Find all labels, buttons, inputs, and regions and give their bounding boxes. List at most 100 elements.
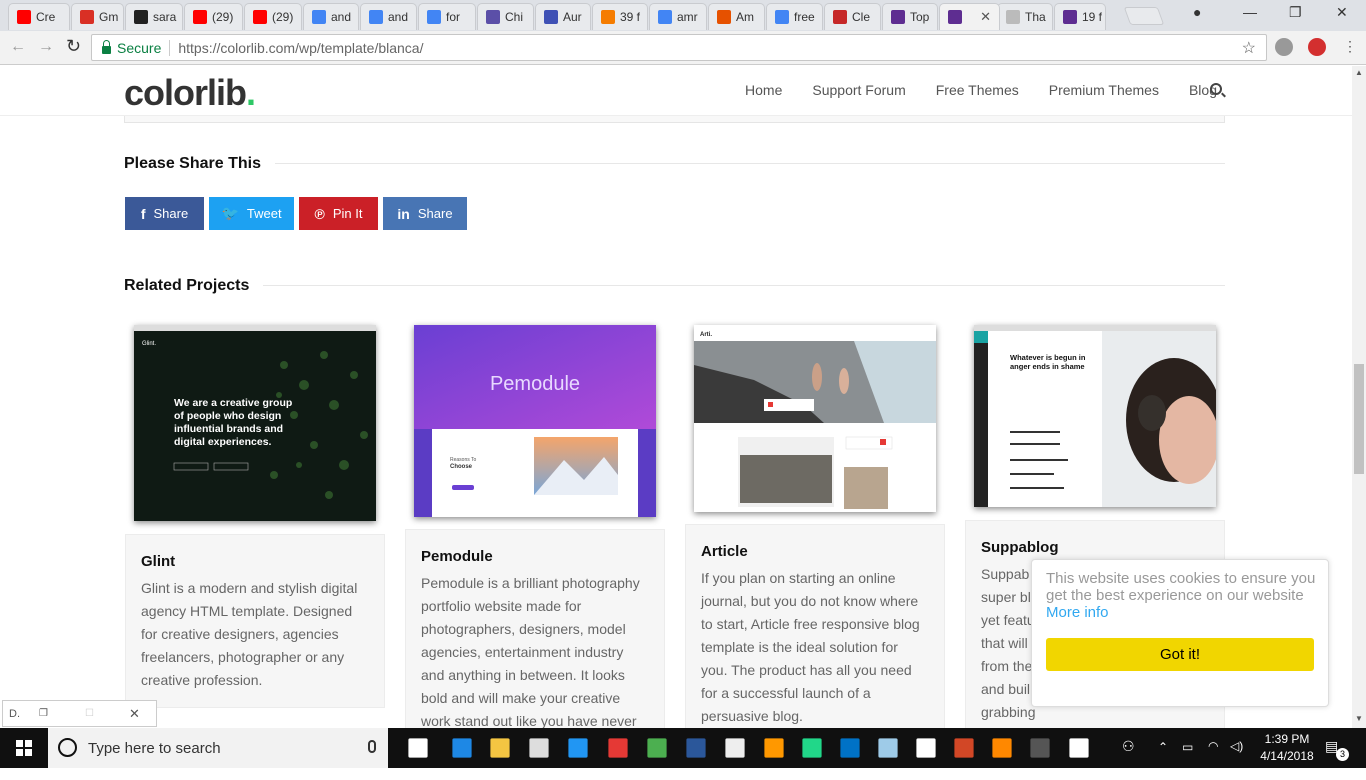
cookie-accept-button[interactable]: Got it! xyxy=(1046,638,1314,671)
scroll-down-icon[interactable]: ▼ xyxy=(1355,714,1363,723)
maximize-icon[interactable]: ☐ xyxy=(85,708,94,719)
project-card-pemodule[interactable]: Pemodule Pemodule is a brilliant photogr… xyxy=(405,529,665,728)
sublime-text-icon[interactable] xyxy=(764,738,784,758)
browser-tab-14[interactable]: Cle xyxy=(824,3,881,30)
browser-tab-2[interactable]: sara xyxy=(125,3,183,30)
close-icon[interactable]: ✕ xyxy=(129,706,140,722)
browser-tab-18[interactable]: 19 f xyxy=(1054,3,1106,30)
browser-tab-15[interactable]: Top xyxy=(882,3,938,30)
browser-tab-10[interactable]: 39 f xyxy=(592,3,648,30)
browser-tab-11[interactable]: amr xyxy=(649,3,707,30)
floating-minimized-window[interactable]: D. ❐ ☐ ✕ xyxy=(2,700,157,727)
taskbar-search-box[interactable]: Type here to search xyxy=(48,728,388,768)
browser-tab-12[interactable]: Am xyxy=(708,3,765,30)
project-desc-pemodule: Pemodule is a brilliant photography port… xyxy=(421,575,640,728)
mail-icon[interactable] xyxy=(529,738,549,758)
browser-tab-17[interactable]: Tha xyxy=(997,3,1053,30)
taskbar-clock[interactable]: 1:39 PM 4/14/2018 xyxy=(1257,731,1317,765)
pycharm-icon[interactable] xyxy=(802,738,822,758)
browser-tab-5[interactable]: and xyxy=(303,3,359,30)
close-tab-icon[interactable]: ✕ xyxy=(980,9,991,25)
tab-label: sara xyxy=(153,10,177,24)
google-icon xyxy=(775,10,789,24)
pemodule-screenshot[interactable]: Reasons To Choose Pemodule xyxy=(414,325,656,517)
glint-screenshot[interactable]: Glint. We are a creative group of people… xyxy=(134,325,376,521)
browser-tab-8[interactable]: Chi xyxy=(477,3,534,30)
project-card-glint[interactable]: Glint Glint is a modern and stylish digi… xyxy=(125,534,385,708)
cookie-consent-banner: This website uses cookies to ensure you … xyxy=(1031,559,1329,707)
suppablog-screenshot[interactable]: Whatever is begun in anger ends in shame xyxy=(974,325,1216,507)
colorlib-logo[interactable]: colorlib. xyxy=(124,72,256,114)
address-bar[interactable]: Secure https://colorlib.com/wp/template/… xyxy=(91,34,1267,61)
secure-indicator[interactable]: Secure xyxy=(102,39,161,56)
twitter-tweet-button[interactable]: 🐦 Tweet xyxy=(209,197,294,230)
article-screenshot[interactable]: Arti. xyxy=(694,325,936,512)
project-title-glint[interactable]: Glint xyxy=(141,553,175,570)
app-crystal-icon[interactable] xyxy=(878,738,898,758)
outlook-icon[interactable] xyxy=(840,738,860,758)
project-title-article[interactable]: Article xyxy=(701,543,748,560)
page-scrollbar[interactable]: ▲ ▼ xyxy=(1352,66,1366,728)
windows-start-icon[interactable] xyxy=(16,740,32,756)
word-icon[interactable] xyxy=(686,738,706,758)
photos-icon[interactable] xyxy=(916,738,936,758)
url-text[interactable]: https://colorlib.com/wp/template/blanca/ xyxy=(178,40,423,56)
new-tab-button[interactable] xyxy=(1123,7,1165,25)
browser-tab-9[interactable]: Aur xyxy=(535,3,591,30)
nav-link-free-themes[interactable]: Free Themes xyxy=(936,82,1019,98)
chrome-icon[interactable] xyxy=(647,738,667,758)
scroll-up-icon[interactable]: ▲ xyxy=(1355,68,1363,77)
extension-icon[interactable] xyxy=(1275,38,1293,56)
browser-tab-13[interactable]: free xyxy=(766,3,823,30)
nav-link-premium-themes[interactable]: Premium Themes xyxy=(1049,82,1159,98)
cookie-more-info-link[interactable]: More info xyxy=(1046,604,1109,621)
nav-link-support-forum[interactable]: Support Forum xyxy=(812,82,905,98)
project-card-article[interactable]: Article If you plan on starting an onlin… xyxy=(685,524,945,728)
microphone-icon[interactable] xyxy=(368,740,376,753)
close-window-button[interactable]: ✕ xyxy=(1336,4,1348,21)
opera-icon[interactable] xyxy=(608,738,628,758)
browser-tab-4[interactable]: (29) xyxy=(244,3,302,30)
facebook-share-button[interactable]: f Share xyxy=(125,197,204,230)
back-button[interactable]: ← xyxy=(10,38,26,56)
reload-button[interactable]: ↻ xyxy=(66,36,81,57)
app-wing-icon[interactable] xyxy=(568,738,588,758)
show-hidden-icons-chevron-icon[interactable]: ⌃ xyxy=(1158,740,1168,780)
browser-tab-3[interactable]: (29) xyxy=(184,3,243,30)
volume-icon[interactable]: ◁) xyxy=(1230,739,1243,779)
wifi-icon[interactable]: ◠ xyxy=(1208,739,1218,779)
scrollbar-thumb[interactable] xyxy=(1354,364,1364,474)
clapper-icon[interactable] xyxy=(1069,738,1089,758)
project-title-suppablog[interactable]: Suppablog xyxy=(981,539,1059,556)
pinterest-pin-button[interactable]: ℗ Pin It xyxy=(299,197,378,230)
paint-icon[interactable] xyxy=(725,738,745,758)
browser-tab-16[interactable]: ✕ xyxy=(939,3,1000,30)
battery-icon[interactable]: ▭ xyxy=(1182,740,1193,780)
edge-browser-icon[interactable] xyxy=(452,738,472,758)
search-icon[interactable] xyxy=(1210,83,1222,95)
linkedin-share-button[interactable]: in Share xyxy=(383,197,467,230)
profile-icon[interactable]: ● xyxy=(1193,4,1201,20)
people-icon[interactable]: ⚇ xyxy=(1122,738,1135,778)
bookmark-star-icon[interactable]: ☆ xyxy=(1242,38,1256,58)
chrome-menu-icon[interactable]: ⋮ xyxy=(1343,38,1357,55)
task-view-icon[interactable] xyxy=(408,738,428,758)
restore-icon[interactable]: ❐ xyxy=(39,708,48,719)
powerpoint-icon[interactable] xyxy=(954,738,974,758)
minimize-button[interactable]: — xyxy=(1243,4,1257,20)
browser-tab-1[interactable]: Gm xyxy=(71,3,124,30)
project-title-pemodule[interactable]: Pemodule xyxy=(421,548,493,565)
s-letter-icon xyxy=(544,10,558,24)
cortana-icon[interactable] xyxy=(58,738,77,757)
forward-button[interactable]: → xyxy=(38,38,54,56)
browser-tab-6[interactable]: and xyxy=(360,3,417,30)
file-explorer-icon[interactable] xyxy=(490,738,510,758)
browser-tab-7[interactable]: for xyxy=(418,3,476,30)
nav-link-home[interactable]: Home xyxy=(745,82,782,98)
tab-label: Aur xyxy=(563,10,582,24)
browser-tab-0[interactable]: Cre xyxy=(8,3,70,30)
extension-badge-icon[interactable] xyxy=(1308,38,1326,56)
restore-button[interactable]: ❐ xyxy=(1289,4,1302,21)
terminal-icon[interactable] xyxy=(1030,738,1050,758)
vlc-icon[interactable] xyxy=(992,738,1012,758)
